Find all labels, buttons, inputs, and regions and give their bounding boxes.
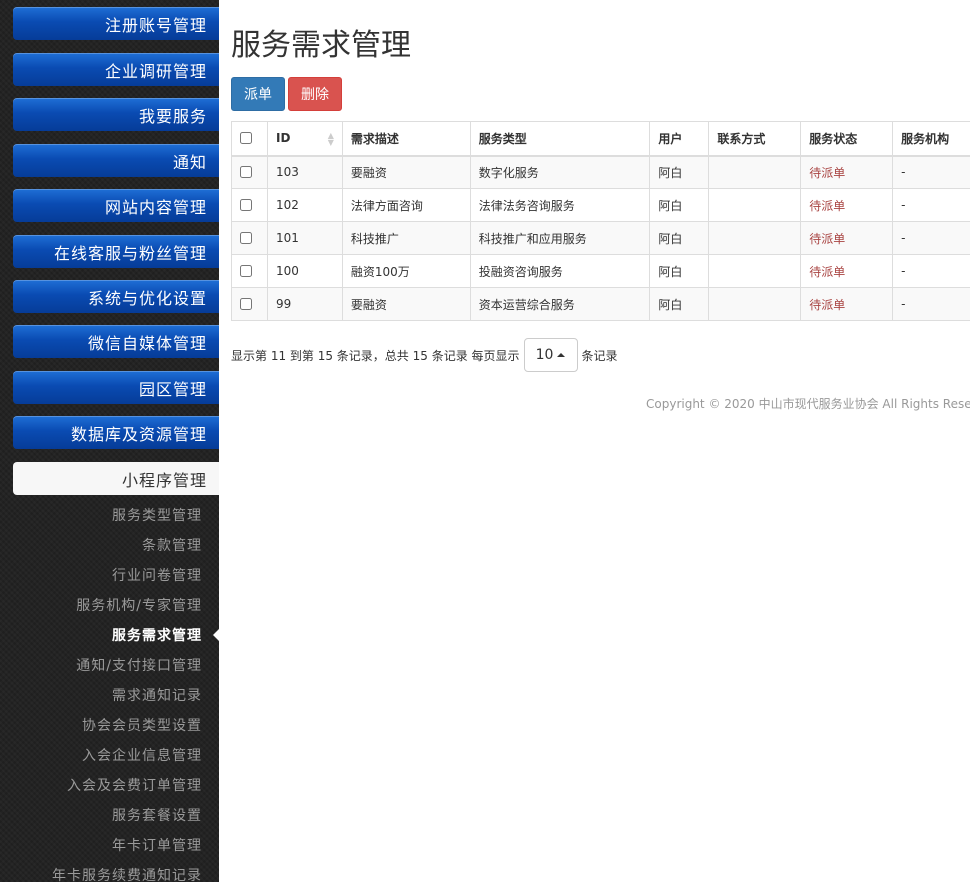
table-row: 103 要融资 数字化服务 阿白 待派单 -: [231, 155, 970, 189]
page-title: 服务需求管理: [231, 28, 411, 63]
menu-notifications[interactable]: 通知: [13, 144, 219, 177]
cell-type: 投融资咨询服务: [469, 254, 651, 288]
submenu-terms[interactable]: 条款管理: [142, 536, 202, 556]
table-row: 99 要融资 资本运营综合服务 阿白 待派单 -: [231, 287, 970, 321]
submenu-service-demands[interactable]: 服务需求管理: [112, 626, 202, 646]
cell-status: 待派单: [800, 155, 894, 189]
row-select-cell: [231, 155, 268, 189]
row-checkbox[interactable]: [240, 199, 252, 211]
pagination-info: 显示第 11 到第 15 条记录，总共 15 条记录 每页显示: [231, 348, 520, 363]
submenu-packages[interactable]: 服务套餐设置: [112, 806, 202, 826]
delete-button[interactable]: 删除: [288, 77, 342, 111]
caret-up-icon: [557, 353, 566, 357]
page-size-value: 10: [535, 347, 554, 363]
submenu-member-types[interactable]: 协会会员类型设置: [82, 716, 202, 736]
table-row: 100 融资100万 投融资咨询服务 阿白 待派单 -: [231, 254, 970, 288]
cell-status: 待派单: [800, 254, 894, 288]
table-header-row: ID ▲ ▼ 需求描述 服务类型 用户 联系方式 服务状态 服务机构: [231, 121, 970, 157]
row-checkbox[interactable]: [240, 232, 252, 244]
page-size-dropdown[interactable]: 10: [523, 338, 578, 372]
cell-desc: 融资100万: [341, 254, 471, 288]
cell-org: -: [892, 155, 970, 189]
column-header-desc: 需求描述: [341, 121, 471, 157]
submenu-experts[interactable]: 服务机构/专家管理: [76, 596, 202, 616]
column-header-org: 服务机构: [892, 121, 970, 157]
cell-user: 阿白: [649, 155, 710, 189]
submenu-card-orders[interactable]: 年卡订单管理: [112, 836, 202, 856]
menu-services[interactable]: 我要服务: [13, 98, 219, 131]
row-checkbox[interactable]: [240, 265, 252, 277]
submenu-demand-notices[interactable]: 需求通知记录: [112, 686, 202, 706]
column-header-user: 用户: [649, 121, 710, 157]
cell-org: -: [892, 287, 970, 321]
row-select-cell: [231, 188, 268, 222]
sidebar: 注册账号管理 企业调研管理 我要服务 通知 网站内容管理 在线客服与粉丝管理 系…: [0, 0, 219, 882]
column-header-status: 服务状态: [800, 121, 894, 157]
pagination: 显示第 11 到第 15 条记录，总共 15 条记录 每页显示 10 条记录: [231, 338, 618, 372]
cell-type: 法律法务咨询服务: [469, 188, 651, 222]
cell-contact: [708, 287, 802, 321]
cell-contact: [708, 155, 802, 189]
cell-status: 待派单: [800, 287, 894, 321]
submenu-fee-orders[interactable]: 入会及会费订单管理: [67, 776, 202, 796]
cell-id: 99: [266, 287, 343, 321]
menu-online-support[interactable]: 在线客服与粉丝管理: [13, 235, 219, 268]
menu-wechat-media[interactable]: 微信自媒体管理: [13, 325, 219, 358]
cell-desc: 要融资: [341, 155, 471, 189]
submenu-payment-api[interactable]: 通知/支付接口管理: [76, 656, 202, 676]
cell-user: 阿白: [649, 287, 710, 321]
table-row: 102 法律方面咨询 法律法务咨询服务 阿白 待派单 -: [231, 188, 970, 222]
cell-desc: 要融资: [341, 287, 471, 321]
submenu-service-types[interactable]: 服务类型管理: [112, 506, 202, 526]
menu-site-content[interactable]: 网站内容管理: [13, 189, 219, 222]
select-all-checkbox[interactable]: [240, 132, 252, 145]
cell-org: -: [892, 188, 970, 222]
cell-contact: [708, 221, 802, 255]
cell-user: 阿白: [649, 221, 710, 255]
row-select-cell: [231, 254, 268, 288]
pagination-suffix: 条记录: [581, 348, 618, 363]
row-checkbox[interactable]: [240, 298, 252, 310]
copyright: Copyright © 2020 中山市现代服务业协会 All Rights R…: [646, 397, 970, 411]
cell-type: 科技推广和应用服务: [469, 221, 651, 255]
cell-org: -: [892, 254, 970, 288]
cell-type: 数字化服务: [469, 155, 651, 189]
column-header-type: 服务类型: [469, 121, 651, 157]
menu-enterprise-survey[interactable]: 企业调研管理: [13, 53, 219, 86]
menu-system-settings[interactable]: 系统与优化设置: [13, 280, 219, 313]
cell-contact: [708, 254, 802, 288]
cell-id: 103: [266, 155, 343, 189]
row-select-cell: [231, 221, 268, 255]
cell-user: 阿白: [649, 188, 710, 222]
cell-org: -: [892, 221, 970, 255]
cell-desc: 科技推广: [341, 221, 471, 255]
menu-database[interactable]: 数据库及资源管理: [13, 416, 219, 449]
submenu-member-companies[interactable]: 入会企业信息管理: [82, 746, 202, 766]
cell-status: 待派单: [800, 221, 894, 255]
demand-table: ID ▲ ▼ 需求描述 服务类型 用户 联系方式 服务状态 服务机构 103 要融资…: [231, 121, 970, 321]
main-content: 服务需求管理 派单 删除 ID ▲ ▼ 需求描述 服务类型 用户 联系方式 服务状态…: [219, 0, 970, 882]
menu-mini-program[interactable]: 小程序管理: [13, 462, 219, 495]
submenu-industry-survey[interactable]: 行业问卷管理: [112, 566, 202, 586]
cell-id: 101: [266, 221, 343, 255]
cell-contact: [708, 188, 802, 222]
row-select-cell: [231, 287, 268, 321]
dispatch-button[interactable]: 派单: [231, 77, 285, 111]
cell-id: 102: [266, 188, 343, 222]
cell-desc: 法律方面咨询: [341, 188, 471, 222]
menu-register-accounts[interactable]: 注册账号管理: [13, 7, 219, 40]
table-row: 101 科技推广 科技推广和应用服务 阿白 待派单 -: [231, 221, 970, 255]
cell-user: 阿白: [649, 254, 710, 288]
cell-type: 资本运营综合服务: [469, 287, 651, 321]
select-all-cell: [231, 121, 268, 157]
column-header-label: ID: [275, 130, 291, 145]
cell-status: 待派单: [800, 188, 894, 222]
column-header-contact: 联系方式: [708, 121, 802, 157]
cell-id: 100: [266, 254, 343, 288]
menu-park[interactable]: 园区管理: [13, 371, 219, 404]
row-checkbox[interactable]: [240, 166, 252, 179]
sort-icon[interactable]: ▲ ▼: [328, 131, 334, 146]
submenu-renewal-notices[interactable]: 年卡服务续费通知记录: [52, 866, 202, 882]
column-header-id[interactable]: ID ▲ ▼: [266, 121, 343, 157]
